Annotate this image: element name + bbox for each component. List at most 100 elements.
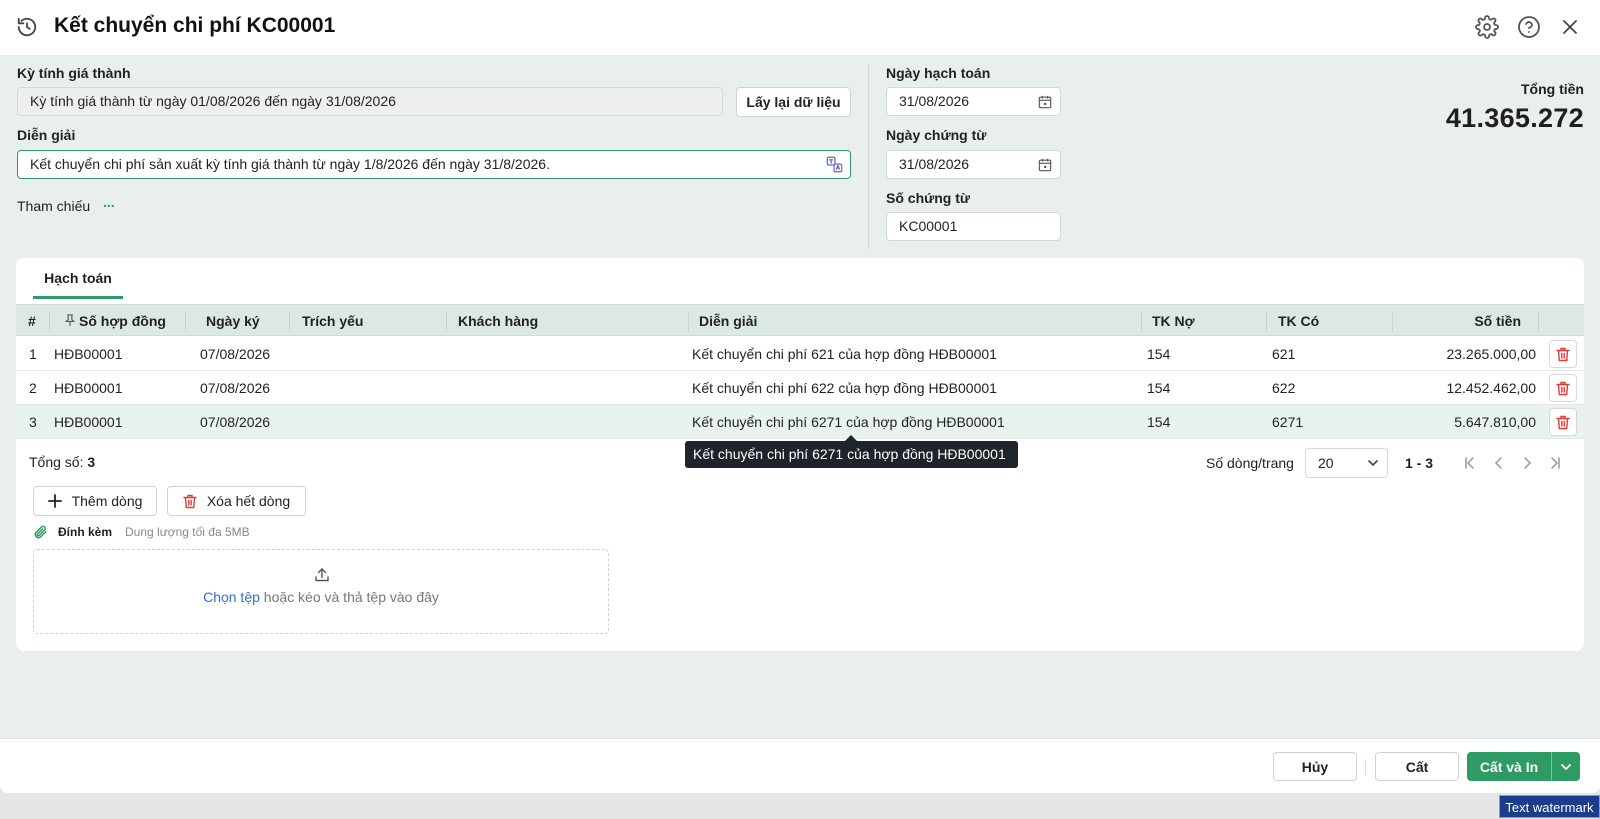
dialog-header: Kết chuyển chi phí KC00001 [0,0,1600,55]
trash-icon [183,494,197,508]
cell-description[interactable]: Kết chuyển chi phí 622 của hợp đồng HĐB0… [692,371,997,405]
add-row-button[interactable]: Thêm dòng [33,486,157,516]
chevron-down-icon [1368,460,1378,467]
cell-sign-date[interactable]: 07/08/2026 [200,405,270,439]
cell-contract-no[interactable]: HĐB00001 [54,405,123,439]
close-icon[interactable] [1558,15,1582,39]
cell-contract-no[interactable]: HĐB00001 [54,371,123,405]
save-options-dropdown[interactable] [1551,752,1580,781]
dropzone-instruction: hoặc kéo và thả tệp vào đây [259,589,439,605]
form-divider [868,64,869,249]
voucher-date-input[interactable]: 31/08/2026 [886,150,1061,179]
attachment-dropzone[interactable]: Chọn tệp hoặc kéo và thả tệp vào đây [33,549,609,634]
voucher-no-label: Số chứng từ [886,190,971,206]
column-divider [1538,311,1539,331]
posting-date-label: Ngày hạch toán [886,65,991,81]
attachment-label: Đính kèm [58,525,113,539]
column-index: # [28,313,36,329]
column-divider [1266,311,1267,331]
cell-credit[interactable]: 6271 [1272,405,1303,439]
cell-amount[interactable]: 12.452.462,00 [1446,371,1536,405]
cost-transfer-dialog: Kết chuyển chi phí KC00001 Kỳ tính giá t… [0,0,1600,793]
first-page-icon[interactable] [1463,456,1477,470]
next-page-icon[interactable] [1520,456,1534,470]
cell-amount[interactable]: 23.265.000,00 [1446,337,1536,371]
voucher-date-value: 31/08/2026 [899,156,970,172]
table-header: # Số hợp đồng Ngày ký Trích yếu Khách hà… [16,304,1584,336]
reload-data-button[interactable]: Lấy lại dữ liệu [736,87,851,117]
description-value: Kết chuyển chi phí sản xuất kỳ tính giá … [30,156,550,172]
rows-per-page-select[interactable]: 20 [1305,448,1388,478]
cell-credit[interactable]: 621 [1272,337,1295,371]
description-label: Diễn giải [17,127,76,143]
cell-index: 3 [29,414,37,430]
page-range: 1 - 3 [1405,455,1434,471]
rows-per-page-value: 20 [1318,455,1334,471]
translate-icon[interactable] [826,156,843,173]
delete-row-button[interactable] [1549,340,1577,368]
tab-accounting[interactable]: Hạch toán [33,268,123,299]
column-debit[interactable]: TK Nợ [1152,305,1195,337]
delete-all-rows-button[interactable]: Xóa hết dòng [167,486,306,516]
voucher-no-input[interactable]: KC00001 [886,212,1061,241]
column-summary[interactable]: Trích yếu [302,305,363,337]
total-count-value: 3 [87,454,96,470]
cell-contract-no[interactable]: HĐB00001 [54,337,123,371]
attachment-hint: Dung lượng tối đa 5MB [125,525,250,539]
cell-debit[interactable]: 154 [1147,337,1170,371]
save-and-print-button[interactable]: Cất và In [1467,752,1551,781]
cell-sign-date[interactable]: 07/08/2026 [200,337,270,371]
save-button[interactable]: Cất [1375,752,1459,781]
cancel-button[interactable]: Hủy [1273,752,1357,781]
column-divider [688,311,689,331]
posting-date-value: 31/08/2026 [899,93,970,109]
period-input[interactable]: Kỳ tính giá thành từ ngày 01/08/2026 đến… [17,87,723,116]
reference-label: Tham chiếu [17,198,91,214]
table-row[interactable]: 2 HĐB00001 07/08/2026 Kết chuyển chi phí… [16,371,1584,405]
column-divider [1392,311,1393,331]
column-description[interactable]: Diễn giải [699,305,757,337]
posting-date-input[interactable]: 31/08/2026 [886,87,1061,116]
cell-debit[interactable]: 154 [1147,405,1170,439]
delete-row-button[interactable] [1549,374,1577,402]
footer-divider [1365,759,1366,775]
period-label: Kỳ tính giá thành [17,65,131,81]
column-sign-date[interactable]: Ngày ký [206,305,260,337]
description-input[interactable]: Kết chuyển chi phí sản xuất kỳ tính giá … [17,150,851,179]
column-contract-no[interactable]: Số hợp đồng [79,305,166,337]
cell-debit[interactable]: 154 [1147,371,1170,405]
history-icon[interactable] [16,16,38,38]
trash-icon [1556,381,1570,395]
total-amount: 41.365.272 [1445,103,1584,133]
calendar-icon[interactable] [1038,158,1052,172]
delete-all-rows-label: Xóa hết dòng [206,493,291,509]
dialog-title: Kết chuyển chi phí KC00001 [54,14,336,37]
calendar-icon[interactable] [1038,95,1052,109]
help-icon[interactable] [1517,15,1541,39]
cell-description[interactable]: Kết chuyển chi phí 621 của hợp đồng HĐB0… [692,337,997,371]
add-row-label: Thêm dòng [71,493,143,509]
cell-sign-date[interactable]: 07/08/2026 [200,371,270,405]
delete-row-button[interactable] [1549,408,1577,436]
prev-page-icon[interactable] [1492,456,1506,470]
reference-more-button[interactable]: ... [103,194,115,210]
column-customer[interactable]: Khách hàng [458,305,538,337]
rows-per-page-label: Số dòng/trang [1206,455,1294,471]
column-divider [49,311,50,331]
plus-icon [47,494,62,508]
last-page-icon[interactable] [1548,456,1562,470]
table-row[interactable]: 1 HĐB00001 07/08/2026 Kết chuyển chi phí… [16,337,1584,371]
cell-description[interactable]: Kết chuyển chi phí 6271 của hợp đồng HĐB… [692,405,1005,439]
table-row-selected[interactable]: 3 HĐB00001 07/08/2026 Kết chuyển chi phí… [16,405,1584,439]
gear-icon[interactable] [1475,15,1499,39]
column-amount[interactable]: Số tiền [1474,305,1521,337]
pin-icon[interactable] [64,314,76,327]
total-count-label: Tổng số: [29,454,84,470]
cell-index: 1 [29,346,37,362]
choose-file-link[interactable]: Chọn tệp [203,589,260,605]
column-credit[interactable]: TK Có [1278,305,1319,337]
description-tooltip: Kết chuyển chi phí 6271 của hợp đồng HĐB… [685,435,1018,468]
column-divider [289,311,290,331]
cell-amount[interactable]: 5.647.810,00 [1454,405,1536,439]
cell-credit[interactable]: 622 [1272,371,1295,405]
